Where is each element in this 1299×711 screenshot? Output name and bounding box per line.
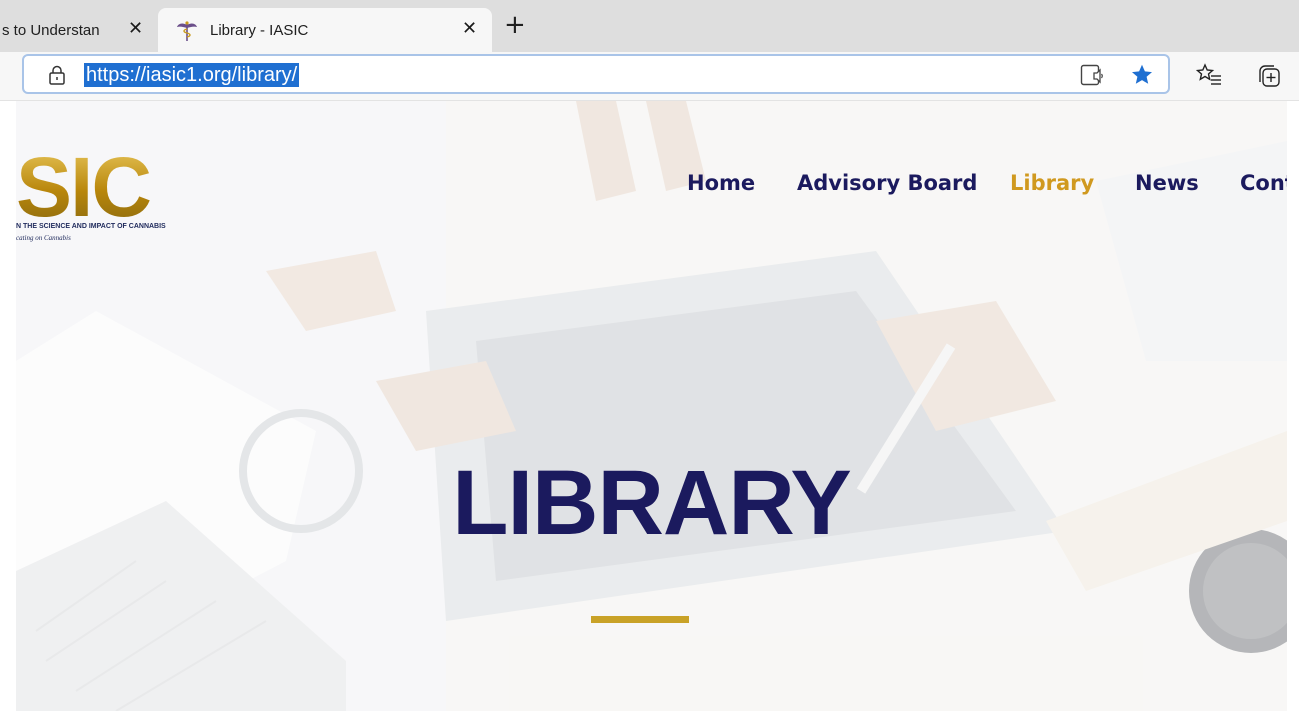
new-tab-button[interactable]: + xyxy=(504,12,526,38)
close-icon[interactable]: ✕ xyxy=(462,19,477,37)
tab-strip: s to Understan ✕ Library - IASIC ✕ + xyxy=(0,0,1299,52)
nav-item-news[interactable]: News xyxy=(1135,171,1199,195)
caduceus-favicon-icon xyxy=(177,21,197,41)
title-underline xyxy=(591,616,689,623)
close-icon[interactable]: ✕ xyxy=(128,19,143,37)
logo-tagline: cating on Cannabis xyxy=(16,234,71,242)
page-title: LIBRARY xyxy=(452,452,851,554)
lock-icon[interactable] xyxy=(48,65,66,85)
tab-title: Library - IASIC xyxy=(210,21,309,39)
tab-previous[interactable]: s to Understan ✕ xyxy=(0,8,152,52)
immersive-reader-icon[interactable] xyxy=(1080,64,1104,86)
nav-item-contact[interactable]: Cont xyxy=(1240,171,1287,195)
nav-item-advisory-board[interactable]: Advisory Board xyxy=(797,171,977,195)
star-filled-icon[interactable] xyxy=(1130,63,1154,87)
logo-subtitle: N THE SCIENCE AND IMPACT OF CANNABIS xyxy=(16,223,166,230)
page-content: SIC N THE SCIENCE AND IMPACT OF CANNABIS… xyxy=(16,101,1287,711)
address-bar[interactable]: https://iasic1.org/library/ xyxy=(22,54,1170,94)
site-logo[interactable]: SIC N THE SCIENCE AND IMPACT OF CANNABIS… xyxy=(16,145,186,253)
url-text[interactable]: https://iasic1.org/library/ xyxy=(84,63,300,87)
collections-icon[interactable] xyxy=(1256,63,1282,89)
tab-library[interactable]: Library - IASIC ✕ xyxy=(158,8,492,52)
favorites-list-icon[interactable] xyxy=(1196,63,1222,87)
nav-item-home[interactable]: Home xyxy=(687,171,755,195)
main-navigation: Home Advisory Board Library News Cont xyxy=(16,171,1287,201)
tab-title: s to Understan xyxy=(2,21,100,39)
nav-item-library[interactable]: Library xyxy=(1010,171,1094,195)
browser-toolbar: https://iasic1.org/library/ xyxy=(0,52,1299,101)
